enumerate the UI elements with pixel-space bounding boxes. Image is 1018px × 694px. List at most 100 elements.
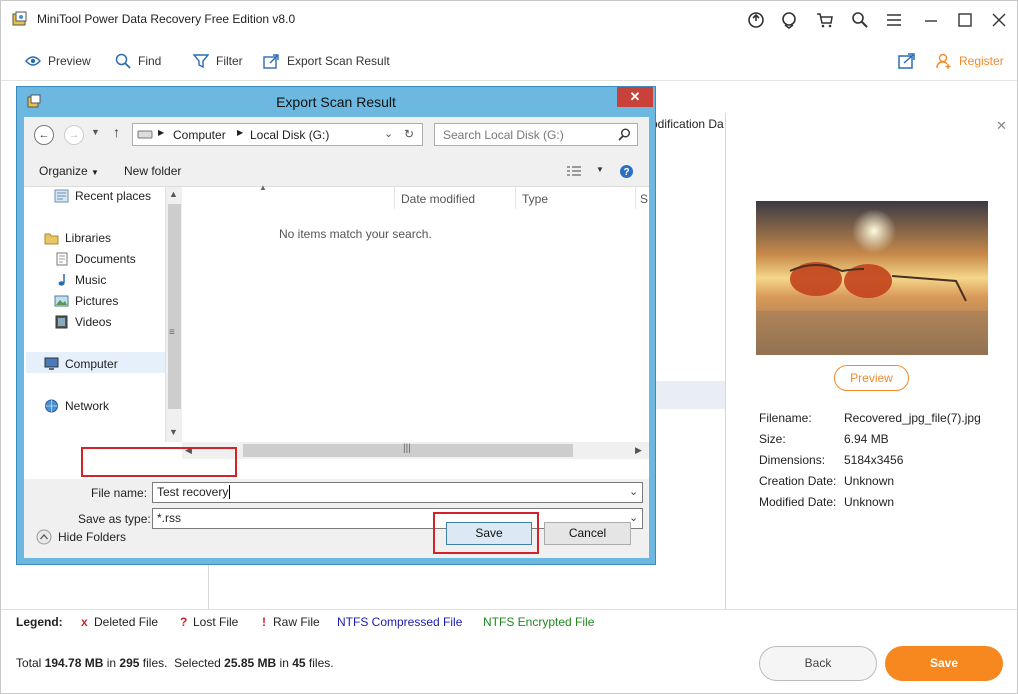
scroll-down-icon[interactable]: ▼	[169, 427, 178, 437]
maximize-icon[interactable]	[956, 11, 974, 29]
scroll-right-icon[interactable]: ▶	[635, 445, 642, 456]
date-modified-column-header[interactable]: Date modified	[401, 192, 475, 206]
selected-size: 25.85 MB	[224, 656, 277, 670]
nav-videos[interactable]: Videos	[54, 315, 111, 329]
breadcrumb-local-disk[interactable]: Local Disk (G:)	[250, 128, 329, 142]
cart-icon[interactable]	[816, 11, 834, 29]
menu-icon[interactable]	[885, 11, 903, 29]
back-button[interactable]: Back	[759, 646, 877, 681]
filter-tool-button[interactable]: Filter	[193, 51, 243, 71]
total-size: 194.78 MB	[44, 656, 104, 670]
dimensions-label: Dimensions:	[759, 453, 826, 467]
dialog-close-button[interactable]: ✕	[617, 87, 653, 107]
view-dropdown-icon[interactable]: ▼	[596, 165, 604, 174]
help-icon[interactable]: ?	[619, 164, 634, 179]
nav-documents[interactable]: Documents	[54, 252, 136, 266]
command-bar: Organize ▼ New folder ▼ ?	[24, 157, 649, 187]
file-name-dropdown-icon[interactable]: ⌄	[629, 483, 638, 502]
nav-vertical-scrollbar[interactable]: ▲ ≡ ▼	[165, 187, 182, 442]
svg-text:?: ?	[623, 167, 629, 178]
horizontal-scrollbar[interactable]: ◀ ||| ▶	[182, 442, 649, 459]
close-icon[interactable]	[990, 11, 1008, 29]
preview-tool-label: Preview	[48, 54, 91, 68]
nav-computer[interactable]: Computer	[44, 357, 118, 371]
view-options-icon[interactable]	[567, 166, 581, 178]
nav-music-label: Music	[75, 273, 107, 287]
preview-image	[756, 201, 988, 355]
dialog-cancel-button[interactable]: Cancel	[544, 522, 631, 545]
size-label: Size:	[759, 432, 786, 446]
selected-row-highlight[interactable]	[655, 381, 725, 409]
dialog-body: ← → ▼ ↑ ▶ Computer ▶ Local Disk (G:) ⌄ ↻…	[24, 117, 649, 558]
save-highlight-box	[433, 512, 539, 554]
new-folder-button[interactable]: New folder	[124, 164, 181, 178]
grip-icon: |||	[403, 443, 411, 454]
music-icon	[58, 274, 65, 286]
nav-computer-label: Computer	[65, 357, 118, 371]
nav-pictures[interactable]: Pictures	[54, 294, 118, 308]
back-arrow-icon[interactable]: ←	[34, 125, 54, 145]
nav-scroll-thumb[interactable]	[168, 204, 181, 409]
nav-pictures-label: Pictures	[75, 294, 119, 308]
text-caret	[229, 485, 231, 499]
refresh-icon[interactable]: ↻	[404, 127, 414, 141]
in-text-1: in	[103, 656, 120, 670]
nav-recent-places[interactable]: Recent places	[54, 189, 151, 203]
file-list: ▲ Date modified Type S No items match yo…	[182, 183, 649, 442]
hide-folders-button[interactable]: Hide Folders	[36, 529, 126, 545]
legend-lost-file: Lost File	[193, 615, 239, 629]
save-button[interactable]: Save	[885, 646, 1003, 681]
column-divider	[394, 187, 395, 209]
up-arrow-icon[interactable]: ↑	[113, 124, 120, 140]
find-tool-label: Find	[138, 54, 162, 68]
support-icon[interactable]	[780, 11, 798, 29]
file-name-input[interactable]: Test recovery ⌄	[152, 482, 643, 503]
nav-music[interactable]: Music	[54, 273, 106, 287]
videos-icon	[55, 315, 68, 329]
address-row: ← → ▼ ↑ ▶ Computer ▶ Local Disk (G:) ⌄ ↻…	[24, 117, 649, 153]
breadcrumb-computer[interactable]: Computer	[173, 128, 226, 142]
export-tool-button[interactable]: Export Scan Result	[263, 51, 390, 71]
organize-dropdown-icon: ▼	[91, 168, 99, 177]
nav-recent-label: Recent places	[75, 189, 152, 203]
search-icon[interactable]	[851, 11, 869, 29]
address-dropdown-icon[interactable]: ⌄	[384, 127, 393, 140]
close-preview-icon[interactable]: ✕	[996, 118, 1007, 134]
computer-icon	[44, 357, 59, 370]
organize-button[interactable]: Organize ▼	[39, 164, 99, 178]
filter-tool-label: Filter	[216, 54, 243, 68]
modified-date-label: Modified Date:	[759, 495, 837, 509]
network-icon	[45, 399, 58, 413]
window-title: MiniTool Power Data Recovery Free Editio…	[37, 12, 296, 26]
column-divider	[635, 187, 636, 209]
preview-button[interactable]: Preview	[834, 365, 909, 391]
upgrade-icon[interactable]	[747, 11, 765, 29]
nav-libraries-label: Libraries	[65, 231, 112, 245]
nav-libraries[interactable]: Libraries	[44, 231, 111, 245]
scroll-up-icon[interactable]: ▲	[169, 189, 178, 199]
file-name-highlight-box	[81, 447, 237, 477]
register-button[interactable]: Register	[936, 51, 1004, 71]
search-field[interactable]: Search Local Disk (G:)	[434, 123, 638, 146]
nav-network[interactable]: Network	[44, 399, 109, 413]
modification-date-column-header[interactable]: odification Da	[651, 117, 724, 131]
size-column-header[interactable]: S	[640, 192, 648, 206]
forward-arrow-icon[interactable]: →	[64, 125, 84, 145]
search-icon[interactable]	[618, 128, 631, 141]
files-text-1: files. Selected	[139, 656, 225, 670]
grip-icon: ≡	[169, 327, 175, 338]
sort-indicator-icon: ▲	[259, 183, 267, 192]
minimize-icon[interactable]	[922, 11, 940, 29]
legend-deleted-file: Deleted File	[94, 615, 159, 629]
preview-pane	[727, 113, 1017, 609]
column-divider	[515, 187, 516, 209]
deleted-file-icon: x	[81, 615, 88, 629]
address-bar[interactable]: ▶ Computer ▶ Local Disk (G:) ⌄ ↻	[132, 123, 423, 146]
preview-tool-button[interactable]: Preview	[25, 51, 91, 71]
share-icon[interactable]	[898, 52, 916, 69]
dimensions-value: 5184x3456	[844, 453, 904, 467]
type-column-header[interactable]: Type	[522, 192, 548, 206]
status-summary: Total 194.78 MB in 295 files. Selected 2…	[16, 656, 334, 670]
recent-dropdown-icon[interactable]: ▼	[91, 127, 100, 137]
find-tool-button[interactable]: Find	[115, 51, 161, 71]
